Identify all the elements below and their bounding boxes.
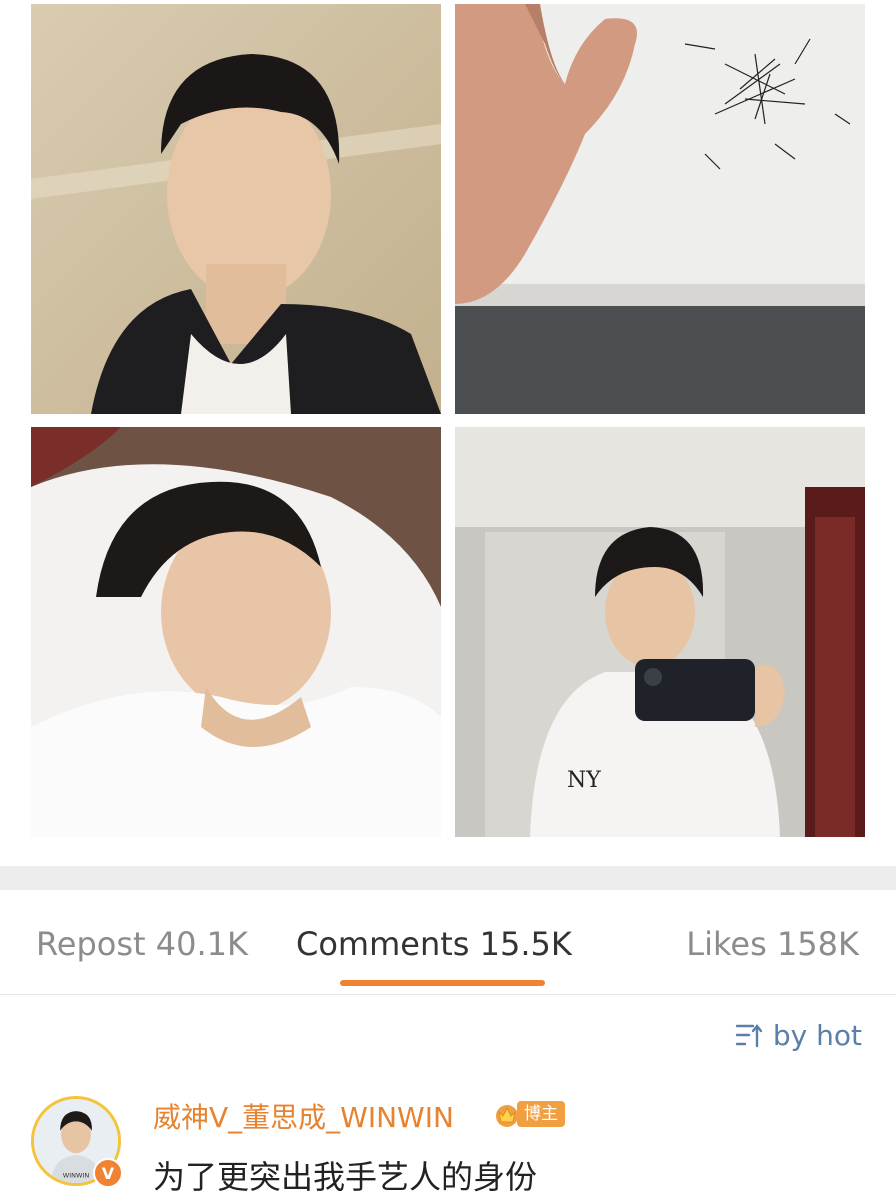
- verified-icon: V: [93, 1158, 123, 1188]
- section-divider: [0, 866, 896, 890]
- verified-label: V: [101, 1163, 115, 1183]
- comment-text: 为了更突出我手艺人的身份: [153, 1158, 538, 1196]
- photo-mirror-selfie[interactable]: NY: [455, 427, 865, 837]
- active-tab-indicator: [340, 980, 545, 986]
- blogger-badge-label: 博主: [517, 1101, 565, 1127]
- engagement-tabs: Repost 40.1K Comments 15.5K Likes 158K: [0, 890, 896, 995]
- tab-comments[interactable]: Comments 15.5K: [296, 924, 572, 964]
- photo-grid: NY: [0, 0, 896, 866]
- sort-by-hot-button[interactable]: by hot: [735, 1017, 862, 1053]
- sort-lines-icon: [735, 1024, 763, 1048]
- sort-label: by hot: [772, 1018, 862, 1052]
- tab-repost[interactable]: Repost 40.1K: [36, 924, 248, 964]
- blogger-badge: 博主: [493, 1099, 565, 1129]
- photo-selfie-jacket[interactable]: [31, 4, 441, 414]
- svg-text:NY: NY: [567, 768, 601, 793]
- comment-username[interactable]: 威神V_董思成_WINWIN: [153, 1096, 454, 1136]
- comment-item: WINWIN V 威神V_董思成_WINWIN 博主 为了更突出我手艺人的身份: [0, 1090, 896, 1200]
- photo-lying-pillow[interactable]: [31, 427, 441, 837]
- avatar-caption: WINWIN: [63, 1171, 90, 1179]
- photo-hair-clippings[interactable]: [455, 4, 865, 414]
- tab-likes[interactable]: Likes 158K: [686, 924, 859, 964]
